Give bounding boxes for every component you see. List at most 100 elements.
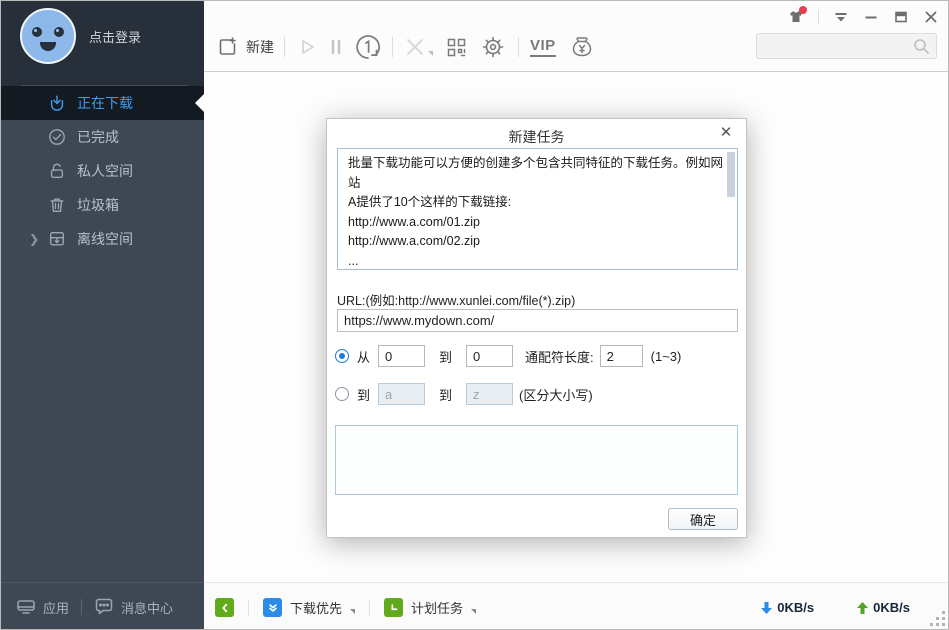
download-priority-label: 下载优先: [290, 598, 342, 617]
maximize-button[interactable]: [893, 9, 909, 25]
close-button[interactable]: [923, 9, 939, 25]
scheduled-task-label: 计划任务: [411, 598, 463, 617]
collapse-panel-button[interactable]: [215, 598, 234, 617]
login-button[interactable]: 点击登录: [89, 27, 141, 46]
divider: [284, 37, 285, 57]
down-arrow-icon: [760, 601, 773, 615]
divider: [248, 600, 249, 616]
sidebar-item-downloading[interactable]: 正在下载: [1, 86, 204, 120]
wallet-button[interactable]: [570, 35, 594, 59]
search-input[interactable]: [763, 35, 908, 57]
batch-description-box: 批量下载功能可以方便的创建多个包含共同特征的下载任务。例如网站 A提供了10个这…: [337, 148, 738, 270]
qr-code-button[interactable]: [446, 37, 467, 58]
numeric-range-radio[interactable]: [335, 349, 349, 363]
url-input[interactable]: [337, 309, 738, 332]
qr-code-icon: [446, 37, 467, 58]
divider: [392, 37, 393, 57]
range-end-input[interactable]: [466, 345, 513, 367]
pause-button[interactable]: [330, 38, 342, 56]
alpha-to-label: 到: [439, 385, 452, 404]
numeric-range-row: 从 到 通配符长度: (1~3): [335, 345, 681, 367]
search-icon[interactable]: [913, 38, 930, 55]
new-file-icon: [217, 36, 239, 58]
message-center-button[interactable]: 消息中心: [94, 598, 173, 617]
divider: [818, 10, 819, 24]
sidebar-item-label: 垃圾箱: [77, 195, 119, 215]
wildcard-length-label: 通配符长度:: [525, 347, 594, 366]
sidebar-header: 点击登录: [1, 1, 204, 86]
lock-icon: [48, 162, 66, 180]
active-item-pointer: [195, 94, 204, 112]
alpha-start-input[interactable]: [378, 383, 425, 405]
priority-dropdown-caret[interactable]: [350, 609, 355, 614]
wildcard-length-input[interactable]: [600, 345, 643, 367]
apps-icon: [16, 598, 36, 616]
settings-button[interactable]: [481, 35, 505, 59]
user-avatar[interactable]: [20, 8, 76, 64]
sidebar-item-private-space[interactable]: 私人空间: [1, 154, 204, 188]
description-line: 批量下载功能可以方便的创建多个包含共同特征的下载任务。例如网站: [348, 154, 727, 193]
sidebar-item-label: 私人空间: [77, 161, 133, 181]
app-window: 点击登录 正在下载 已完成 私人空间: [0, 0, 949, 630]
download-priority-control[interactable]: 下载优先: [263, 598, 355, 617]
avatar-eye: [54, 27, 64, 37]
description-line: A提供了10个这样的下载链接:: [348, 193, 727, 213]
from-label: 从: [357, 347, 370, 366]
up-arrow-icon: [856, 601, 869, 615]
check-circle-icon: [48, 128, 66, 146]
trash-icon: [48, 196, 66, 214]
avatar-mouth: [40, 42, 56, 51]
priority-once-button[interactable]: [355, 34, 381, 60]
dialog-close-icon[interactable]: ✕: [718, 125, 734, 141]
delete-x-icon: [404, 36, 426, 58]
sidebar-item-label: 正在下载: [77, 93, 133, 113]
vip-button[interactable]: VIP: [530, 37, 556, 57]
main-menu-icon[interactable]: [833, 9, 849, 25]
minimize-button[interactable]: [863, 9, 879, 25]
statusbar: 下载优先 计划任务 0KB/s: [204, 582, 949, 630]
resize-grip[interactable]: [931, 612, 945, 626]
pause-icon: [330, 38, 342, 56]
sidebar-item-offline-space[interactable]: ❯ 离线空间: [1, 222, 204, 256]
cloud-download-icon: [48, 230, 66, 248]
description-line: ...: [348, 252, 727, 271]
delete-dropdown-caret[interactable]: [428, 51, 433, 56]
priority-icon: [263, 598, 282, 617]
divider: [369, 600, 370, 616]
message-center-label: 消息中心: [121, 598, 173, 617]
start-button[interactable]: [297, 37, 317, 57]
apps-label: 应用: [43, 598, 69, 617]
description-line: http://www.a.com/02.zip: [348, 232, 727, 252]
scheduled-task-control[interactable]: 计划任务: [384, 598, 476, 617]
delete-button[interactable]: [404, 36, 433, 58]
sidebar: 点击登录 正在下载 已完成 私人空间: [1, 1, 204, 630]
message-bubble-icon: [94, 598, 114, 616]
sidebar-bottom-bar: 应用 消息中心: [1, 582, 204, 630]
ok-button[interactable]: 确定: [668, 508, 738, 530]
new-task-button[interactable]: 新建: [217, 36, 274, 58]
notification-dot: [799, 6, 807, 14]
sidebar-item-label: 已完成: [77, 127, 119, 147]
alpha-end-input[interactable]: [466, 383, 513, 405]
search-box: [756, 33, 937, 59]
sidebar-item-trash[interactable]: 垃圾箱: [1, 188, 204, 222]
range-start-input[interactable]: [378, 345, 425, 367]
vip-label: VIP: [530, 37, 556, 57]
dialog-title: 新建任务: [327, 127, 746, 147]
scrollbar-thumb[interactable]: [727, 152, 735, 197]
sidebar-item-completed[interactable]: 已完成: [1, 120, 204, 154]
schedule-clock-icon: [384, 598, 403, 617]
download-icon: [48, 94, 66, 112]
skin-theme-icon[interactable]: [788, 9, 804, 25]
window-controls: [788, 9, 939, 25]
alpha-range-radio[interactable]: [335, 387, 349, 401]
schedule-dropdown-caret[interactable]: [471, 609, 476, 614]
toolbar: 新建: [204, 1, 949, 72]
description-line: http://www.a.com/01.zip: [348, 213, 727, 233]
new-task-dialog: 新建任务 ✕ 批量下载功能可以方便的创建多个包含共同特征的下载任务。例如网站 A…: [326, 118, 747, 538]
avatar-eye: [32, 27, 42, 37]
chevron-right-icon[interactable]: ❯: [29, 231, 39, 247]
to-label: 到: [439, 347, 452, 366]
generated-urls-textarea[interactable]: [335, 425, 738, 495]
apps-button[interactable]: 应用: [16, 598, 69, 617]
